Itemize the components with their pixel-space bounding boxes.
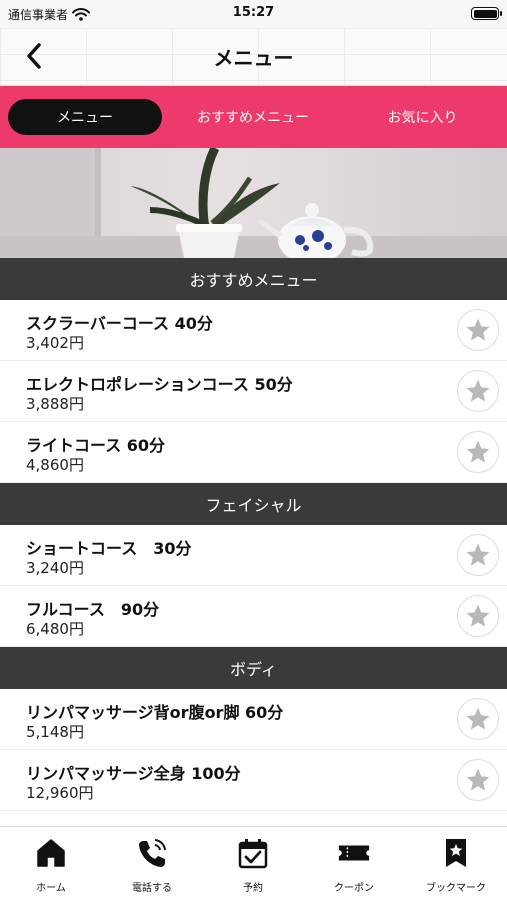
item-name: スクラーバーコース 40分	[26, 314, 213, 333]
menu-item[interactable]: ライトコース 60分 4,860円	[0, 422, 507, 483]
item-price: 5,148円	[26, 723, 84, 741]
section-title: おすすめメニュー	[189, 271, 318, 290]
section-header-recommended: おすすめメニュー	[0, 258, 507, 300]
phone-icon	[135, 835, 169, 871]
battery-icon	[471, 7, 502, 20]
item-price: 12,960円	[26, 784, 94, 802]
hero-image	[0, 148, 507, 258]
status-bar: 通信事業者 15:27	[0, 0, 507, 28]
menu-item[interactable]: リンパマッサージ背or腹or脚 60分 5,148円	[0, 689, 507, 750]
tab-label: クーポン	[334, 883, 374, 894]
item-name: フルコース 90分	[26, 600, 160, 619]
item-price: 3,402円	[26, 334, 84, 352]
coupon-ticket-icon	[337, 835, 371, 871]
tab-menu[interactable]: メニュー	[8, 99, 162, 135]
menu-item[interactable]: スクラーバーコース 40分 3,402円	[0, 300, 507, 361]
favorite-button[interactable]	[457, 534, 499, 576]
page-title: メニュー	[213, 46, 294, 70]
favorite-button[interactable]	[457, 759, 499, 801]
star-icon	[466, 379, 490, 402]
section-header-body: ボディ	[0, 647, 507, 689]
tab-favorites[interactable]: お気に入り	[350, 99, 495, 135]
item-name: ショートコース 30分	[26, 539, 192, 558]
favorite-button[interactable]	[457, 698, 499, 740]
item-price: 4,860円	[26, 456, 84, 474]
bookmark-star-icon	[439, 835, 473, 871]
tab-label: 予約	[243, 883, 263, 894]
nav-bar: メニュー	[0, 28, 507, 86]
menu-list[interactable]: おすすめメニュー スクラーバーコース 40分 3,402円 エレクトロポレーショ…	[0, 258, 507, 826]
favorite-button[interactable]	[457, 309, 499, 351]
favorite-button[interactable]	[457, 431, 499, 473]
home-icon	[34, 835, 68, 871]
calendar-check-icon	[236, 835, 270, 871]
menu-item[interactable]: フルコース 90分 6,480円	[0, 586, 507, 647]
tab-recommended[interactable]: おすすめメニュー	[178, 99, 328, 135]
section-title: ボディ	[230, 660, 277, 679]
plant-teapot-photo	[0, 148, 507, 258]
chevron-left-icon	[27, 43, 41, 69]
item-name: リンパマッサージ全身 100分	[26, 764, 241, 783]
bottom-tab-coupon[interactable]: クーポン	[314, 835, 394, 895]
status-time: 15:27	[232, 5, 275, 20]
bottom-tab-reservation[interactable]: 予約	[213, 835, 293, 895]
section-title: フェイシャル	[205, 496, 302, 515]
star-icon	[466, 543, 490, 566]
bottom-tab-bookmark[interactable]: ブックマーク	[416, 835, 496, 895]
item-name: エレクトロポレーションコース 50分	[26, 375, 293, 394]
tab-label: おすすめメニュー	[197, 110, 309, 126]
tab-label: メニュー	[57, 110, 113, 126]
bottom-tab-phone[interactable]: 電話する	[112, 835, 192, 895]
item-price: 3,240円	[26, 559, 84, 577]
tab-label: ホーム	[36, 883, 66, 894]
bottom-tab-home[interactable]: ホーム	[11, 835, 91, 895]
menu-tab-bar: メニュー おすすめメニュー お気に入り	[0, 86, 507, 148]
bottom-tab-bar: ホーム 電話する 予約 クーポン ブックマーク	[0, 826, 507, 900]
menu-item[interactable]: エレクトロポレーションコース 50分 3,888円	[0, 361, 507, 422]
menu-item[interactable]: リンパマッサージ全身 100分 12,960円	[0, 750, 507, 811]
star-icon	[466, 440, 490, 463]
item-name: リンパマッサージ背or腹or脚 60分	[26, 703, 284, 722]
menu-item[interactable]: ショートコース 30分 3,240円	[0, 525, 507, 586]
back-button[interactable]	[16, 38, 52, 74]
tab-label: お気に入り	[387, 110, 458, 126]
star-icon	[466, 707, 490, 730]
favorite-button[interactable]	[457, 595, 499, 637]
item-price: 6,480円	[26, 620, 84, 638]
tab-label: 電話する	[132, 883, 172, 894]
tab-label: ブックマーク	[426, 883, 486, 894]
star-icon	[466, 318, 490, 341]
item-price: 3,888円	[26, 395, 84, 413]
item-name: ライトコース 60分	[26, 436, 166, 455]
section-header-facial: フェイシャル	[0, 483, 507, 525]
favorite-button[interactable]	[457, 370, 499, 412]
star-icon	[466, 768, 490, 791]
star-icon	[466, 604, 490, 627]
